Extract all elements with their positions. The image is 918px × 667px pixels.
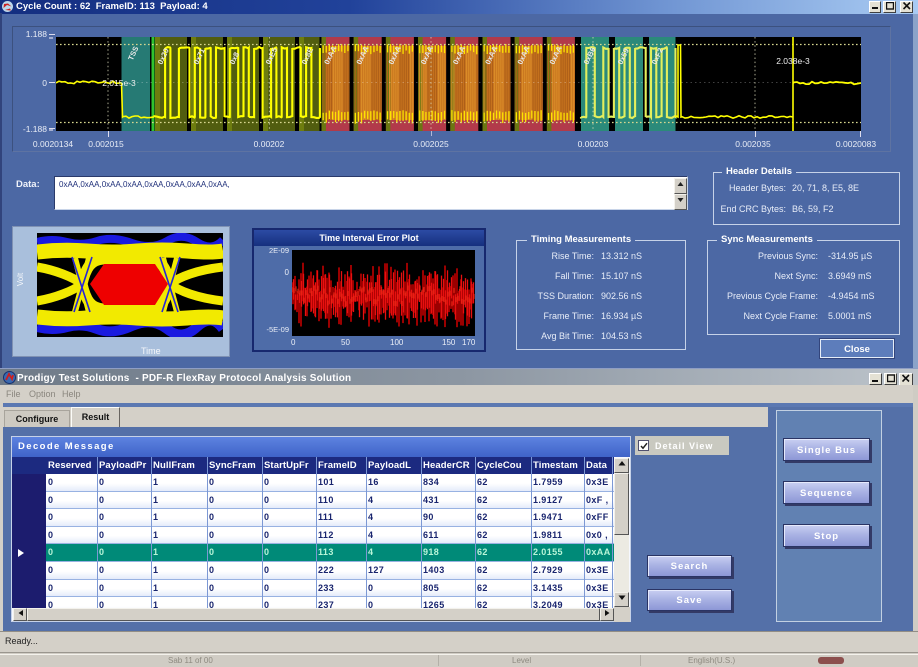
svg-text:2.038e-3: 2.038e-3 <box>776 56 810 66</box>
svg-text:2.015e-3: 2.015e-3 <box>102 78 136 88</box>
